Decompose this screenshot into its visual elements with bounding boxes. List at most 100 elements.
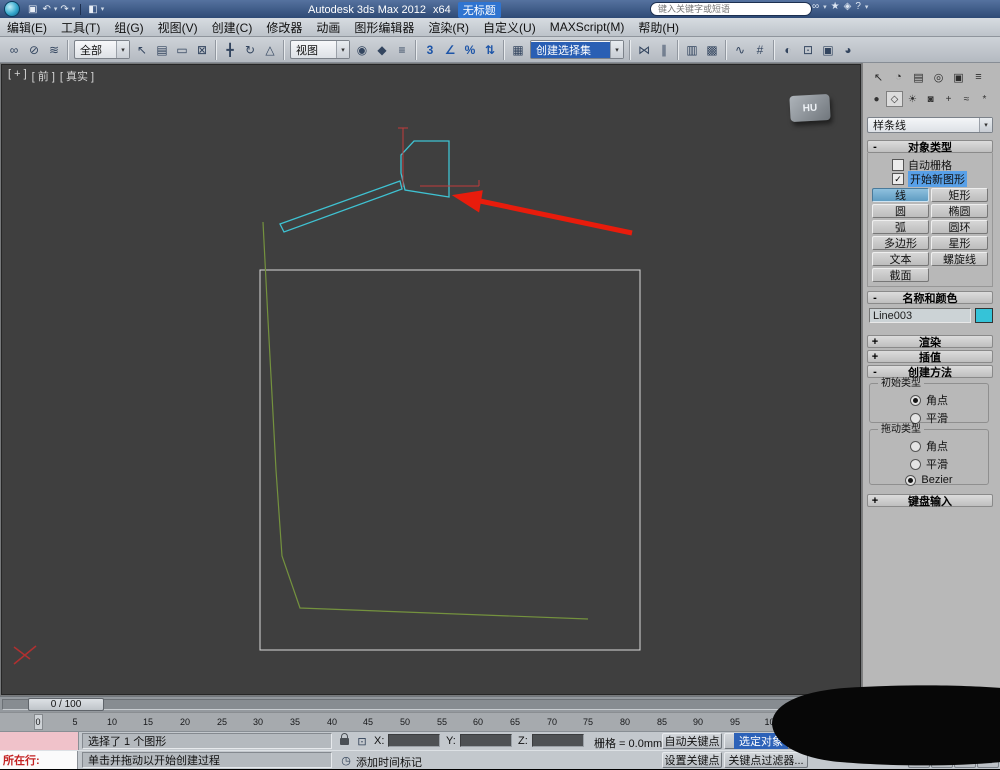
help-icon[interactable]: ? [855, 1, 861, 12]
category-systems[interactable]: * [976, 91, 993, 107]
time-slider-track[interactable] [2, 699, 858, 710]
menu-maxscript[interactable]: MAXScript(M) [543, 18, 632, 36]
viewport-pov-menu[interactable]: [ 前 ] [32, 68, 55, 84]
orbit-icon[interactable]: ↻ [954, 751, 976, 768]
align-button[interactable]: ∥ [654, 39, 674, 60]
chevron-down-icon[interactable]: ▾ [823, 3, 827, 11]
button-rectangle[interactable]: 矩形 [931, 188, 988, 202]
key-filters-button[interactable]: 关键点过滤器... [724, 752, 808, 768]
category-geometry[interactable]: ● [868, 91, 885, 107]
snaps-toggle-button[interactable]: 3 [420, 39, 440, 60]
absolute-offset-mode-toggle[interactable]: ⊡ [354, 733, 370, 749]
menu-customize[interactable]: 自定义(U) [476, 18, 543, 36]
rollout-object-type[interactable]: - 对象类型 [867, 140, 993, 153]
tab-motion[interactable]: ◎ [929, 68, 948, 86]
zoom-extents-all-icon[interactable]: ⊟ [977, 733, 999, 750]
mirror-button[interactable]: ⋈ [634, 39, 654, 60]
z-coordinate-field[interactable] [532, 734, 584, 747]
rollout-keyboard-entry[interactable]: + 键盘输入 [867, 494, 993, 507]
zoom-extents-icon[interactable]: ▣ [954, 733, 976, 750]
menu-tools[interactable]: 工具(T) [54, 18, 107, 36]
undo-icon[interactable]: ↶ [40, 4, 52, 15]
reference-coordinate-dropdown[interactable]: 视图 ▾ [290, 40, 350, 59]
shape-type-dropdown[interactable]: 样条线 ▾ [867, 117, 993, 133]
maxscript-macro-recorder[interactable] [0, 732, 79, 750]
window-crossing-toggle-button[interactable]: ⊠ [192, 39, 212, 60]
category-cameras[interactable]: ◙ [922, 91, 939, 107]
button-helix[interactable]: 螺旋线 [931, 252, 988, 266]
y-coordinate-field[interactable] [460, 734, 512, 747]
rendered-frame-window-button[interactable]: ▣ [818, 39, 838, 60]
radio-drag-bezier[interactable]: Bezier [870, 474, 988, 486]
zoom-all-icon[interactable]: ⊞ [931, 733, 953, 750]
select-by-name-button[interactable]: ▤ [152, 39, 172, 60]
tab-utilities[interactable]: ≡ [969, 68, 988, 86]
menu-create[interactable]: 创建(C) [205, 18, 260, 36]
named-selection-sets-dropdown[interactable]: 创建选择集 ▾ [530, 40, 624, 59]
save-icon[interactable]: ▣ [26, 4, 39, 15]
category-lights[interactable]: ☀ [904, 91, 921, 107]
rollout-interpolation[interactable]: + 插值 [867, 350, 993, 363]
rectangular-selection-region-button[interactable]: ▭ [172, 39, 192, 60]
viewport-front[interactable]: [ + ] [ 前 ] [ 真实 ] HU [1, 64, 861, 695]
maxscript-mini-listener[interactable]: 所在行: [0, 751, 78, 769]
radio-drag-smooth[interactable]: 平滑 [870, 456, 988, 472]
selection-lock-toggle[interactable] [336, 733, 352, 749]
chevron-down-icon[interactable]: ▾ [54, 5, 58, 13]
rollout-creation-method[interactable]: - 创建方法 [867, 365, 993, 378]
viewport-canvas[interactable] [2, 65, 860, 694]
select-object-button[interactable]: ↖ [132, 39, 152, 60]
add-time-tag-label[interactable]: 添加时间标记 [356, 754, 422, 770]
time-slider-handle[interactable]: 0 / 100 [28, 698, 104, 711]
radio-initial-corner[interactable]: 角点 [870, 392, 988, 408]
favorites-star-icon[interactable]: ★ [831, 1, 840, 12]
redo-icon[interactable]: ↷ [58, 4, 70, 15]
percent-snap-toggle-button[interactable]: % [460, 39, 480, 60]
chevron-down-icon[interactable]: ▾ [101, 5, 105, 13]
keyboard-shortcut-override-button[interactable]: ≡ [392, 39, 412, 60]
button-line[interactable]: 线 [872, 188, 929, 202]
auto-key-button[interactable]: 自动关键点 [662, 733, 722, 749]
menu-rendering[interactable]: 渲染(R) [421, 18, 476, 36]
tab-display[interactable]: ▣ [949, 68, 968, 86]
app-logo-icon[interactable] [4, 1, 20, 17]
bind-to-space-warp-button[interactable]: ≋ [44, 39, 64, 60]
object-name-field[interactable] [869, 308, 971, 323]
material-editor-button[interactable]: ◐ [778, 39, 798, 60]
select-and-scale-button[interactable]: △ [260, 39, 280, 60]
select-and-move-button[interactable]: ╋ [220, 39, 240, 60]
maximize-viewport-icon[interactable]: ◱ [977, 751, 999, 768]
edit-named-selection-sets-button[interactable]: ▦ [508, 39, 528, 60]
tab-modify[interactable]: ◔ [889, 68, 908, 86]
category-helpers[interactable]: + [940, 91, 957, 107]
menu-animation[interactable]: 动画 [309, 18, 347, 36]
menu-modifiers[interactable]: 修改器 [259, 18, 309, 36]
viewcube[interactable]: HU [789, 94, 830, 122]
track-bar[interactable]: 0 5 10 15 20 25 30 35 40 45 50 55 60 65 … [0, 712, 862, 731]
button-donut[interactable]: 圆环 [931, 220, 988, 234]
time-tag-clock-icon[interactable]: ◷ [338, 752, 354, 768]
tab-create[interactable]: ↖ [869, 68, 888, 86]
menu-edit[interactable]: 编辑(E) [0, 18, 54, 36]
select-and-manipulate-button[interactable]: ◆ [372, 39, 392, 60]
rollout-name-color[interactable]: - 名称和颜色 [867, 291, 993, 304]
chevron-down-icon[interactable]: ▾ [72, 5, 76, 13]
unlink-selection-button[interactable]: ⊘ [24, 39, 44, 60]
spinner-snap-toggle-button[interactable]: ⇅ [480, 39, 500, 60]
button-section[interactable]: 截面 [872, 268, 929, 282]
pan-icon[interactable]: ╋ [931, 751, 953, 768]
button-star[interactable]: 星形 [931, 236, 988, 250]
select-and-link-button[interactable]: ∞ [4, 39, 24, 60]
zoom-icon[interactable]: ⊕ [908, 733, 930, 750]
button-ellipse[interactable]: 椭圆 [931, 204, 988, 218]
layer-manager-button[interactable]: ▥ [682, 39, 702, 60]
infocenter-search-icon[interactable]: ∞ [812, 1, 819, 12]
render-production-button[interactable]: ◕ [838, 39, 858, 60]
menu-graph-editors[interactable]: 图形编辑器 [347, 18, 421, 36]
category-space-warps[interactable]: ≈ [958, 91, 975, 107]
object-color-swatch[interactable] [975, 308, 993, 323]
set-key-button[interactable]: 设置关键点 [662, 752, 722, 768]
schematic-view-button[interactable]: # [750, 39, 770, 60]
button-arc[interactable]: 弧 [872, 220, 929, 234]
graphite-modeling-tools-button[interactable]: ▩ [702, 39, 722, 60]
